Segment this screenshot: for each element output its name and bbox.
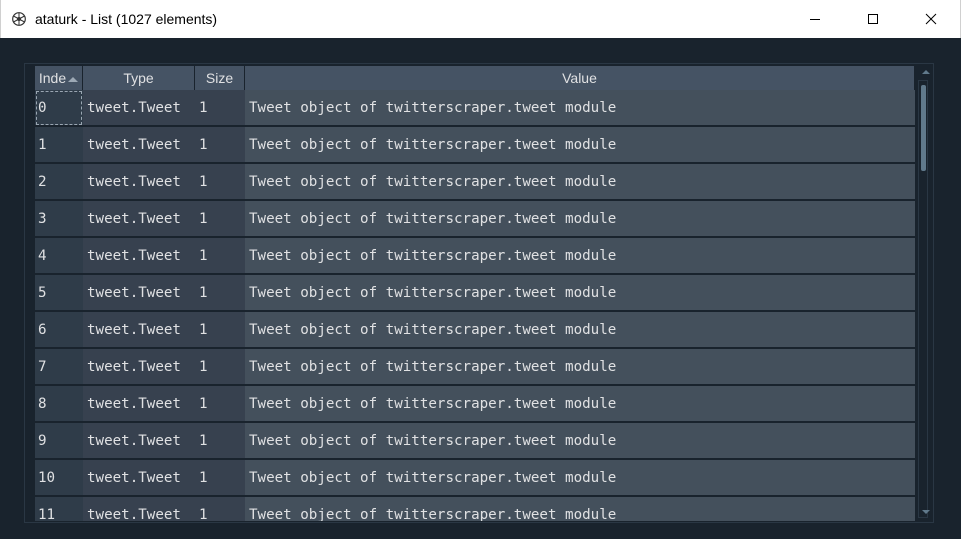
column-header-value[interactable]: Value bbox=[245, 66, 915, 90]
cell-type[interactable]: tweet.Tweet bbox=[83, 460, 195, 496]
cell-type[interactable]: tweet.Tweet bbox=[83, 497, 195, 521]
cell-type[interactable]: tweet.Tweet bbox=[83, 349, 195, 385]
cell-type[interactable]: tweet.Tweet bbox=[83, 423, 195, 459]
scroll-down-arrow-icon[interactable] bbox=[922, 510, 930, 514]
column-header-size[interactable]: Size bbox=[195, 66, 245, 90]
cell-index[interactable]: 6 bbox=[35, 312, 83, 348]
cell-value[interactable]: Tweet object of twitterscraper.tweet mod… bbox=[245, 275, 915, 311]
cell-index[interactable]: 0 bbox=[35, 90, 83, 126]
cell-size[interactable]: 1 bbox=[195, 349, 245, 385]
close-icon bbox=[925, 13, 937, 25]
cell-type[interactable]: tweet.Tweet bbox=[83, 90, 195, 126]
table-header: Inde Type Size Value bbox=[35, 66, 915, 90]
cell-value[interactable]: Tweet object of twitterscraper.tweet mod… bbox=[245, 349, 915, 385]
cell-index[interactable]: 7 bbox=[35, 349, 83, 385]
table-row[interactable]: 3 tweet.Tweet 1 Tweet object of twitterscra… bbox=[35, 201, 915, 237]
column-header-value-label: Value bbox=[562, 70, 597, 86]
table-row[interactable]: 2 tweet.Tweet 1 Tweet object of twitterscra… bbox=[35, 164, 915, 200]
cell-size[interactable]: 1 bbox=[195, 127, 245, 163]
title-bar: ataturk - List (1027 elements) bbox=[0, 0, 961, 38]
column-header-size-label: Size bbox=[205, 70, 234, 86]
cell-value[interactable]: Tweet object of twitterscraper.tweet mod… bbox=[245, 386, 915, 422]
cell-size[interactable]: 1 bbox=[195, 386, 245, 422]
cell-index[interactable]: 3 bbox=[35, 201, 83, 237]
cell-index[interactable]: 11 bbox=[35, 497, 83, 521]
cell-value[interactable]: Tweet object of twitterscraper.tweet mod… bbox=[245, 201, 915, 237]
spyder-icon bbox=[12, 12, 26, 26]
cell-value[interactable]: Tweet object of twitterscraper.tweet mod… bbox=[245, 238, 915, 274]
cell-index[interactable]: 8 bbox=[35, 386, 83, 422]
cell-value[interactable]: Tweet object of twitterscraper.tweet mod… bbox=[245, 423, 915, 459]
cell-value[interactable]: Tweet object of twitterscraper.tweet mod… bbox=[245, 460, 915, 496]
cell-index[interactable]: 1 bbox=[35, 127, 83, 163]
column-header-type[interactable]: Type bbox=[83, 66, 195, 90]
cell-type[interactable]: tweet.Tweet bbox=[83, 201, 195, 237]
cell-type[interactable]: tweet.Tweet bbox=[83, 275, 195, 311]
sort-ascending-icon bbox=[68, 76, 79, 82]
list-editor-panel: Inde Type Size Value 0 tweet.Tweet 1 Tweet … bbox=[24, 63, 934, 523]
table-row[interactable]: 0 tweet.Tweet 1 Tweet object of twitterscra… bbox=[35, 90, 915, 126]
cell-type[interactable]: tweet.Tweet bbox=[83, 164, 195, 200]
cell-index[interactable]: 2 bbox=[35, 164, 83, 200]
cell-value[interactable]: Tweet object of twitterscraper.tweet mod… bbox=[245, 127, 915, 163]
cell-type[interactable]: tweet.Tweet bbox=[83, 238, 195, 274]
cell-size[interactable]: 1 bbox=[195, 497, 245, 521]
table-row[interactable]: 4 tweet.Tweet 1 Tweet object of twitterscra… bbox=[35, 238, 915, 274]
column-header-index-label: Inde bbox=[38, 70, 67, 86]
cell-index[interactable]: 4 bbox=[35, 238, 83, 274]
cell-index[interactable]: 5 bbox=[35, 275, 83, 311]
scrollbar-thumb[interactable] bbox=[921, 85, 926, 171]
cell-size[interactable]: 1 bbox=[195, 164, 245, 200]
cell-index[interactable]: 10 bbox=[35, 460, 83, 496]
table-row[interactable]: 6 tweet.Tweet 1 Tweet object of twitterscra… bbox=[35, 312, 915, 348]
cell-size[interactable]: 1 bbox=[195, 275, 245, 311]
cell-value[interactable]: Tweet object of twitterscraper.tweet mod… bbox=[245, 90, 915, 126]
scroll-up-arrow-icon[interactable] bbox=[922, 70, 930, 74]
minimize-icon bbox=[810, 19, 820, 20]
table-row[interactable]: 11 tweet.Tweet 1 Tweet object of twitterscr… bbox=[35, 497, 915, 521]
column-header-index[interactable]: Inde bbox=[35, 66, 83, 90]
table-row[interactable]: 1 tweet.Tweet 1 Tweet object of twitterscra… bbox=[35, 127, 915, 163]
column-header-type-label: Type bbox=[123, 70, 154, 86]
table-row[interactable]: 9 tweet.Tweet 1 Tweet object of twitterscra… bbox=[35, 423, 915, 459]
table-row[interactable]: 7 tweet.Tweet 1 Tweet object of twitterscra… bbox=[35, 349, 915, 385]
cell-value[interactable]: Tweet object of twitterscraper.tweet mod… bbox=[245, 164, 915, 200]
cell-size[interactable]: 1 bbox=[195, 201, 245, 237]
vertical-scrollbar[interactable] bbox=[918, 80, 928, 518]
collection-table[interactable]: Inde Type Size Value 0 tweet.Tweet 1 Tweet … bbox=[35, 66, 915, 521]
cell-value[interactable]: Tweet object of twitterscraper.tweet mod… bbox=[245, 497, 915, 521]
table-row[interactable]: 5 tweet.Tweet 1 Tweet object of twitterscra… bbox=[35, 275, 915, 311]
table-row[interactable]: 8 tweet.Tweet 1 Tweet object of twitterscra… bbox=[35, 386, 915, 422]
cell-index[interactable]: 9 bbox=[35, 423, 83, 459]
cell-size[interactable]: 1 bbox=[195, 90, 245, 126]
cell-size[interactable]: 1 bbox=[195, 312, 245, 348]
cell-type[interactable]: tweet.Tweet bbox=[83, 312, 195, 348]
table-row[interactable]: 10 tweet.Tweet 1 Tweet object of twitterscr… bbox=[35, 460, 915, 496]
window-title: ataturk - List (1027 elements) bbox=[35, 11, 218, 27]
maximize-icon bbox=[868, 14, 878, 24]
close-button[interactable] bbox=[902, 0, 960, 38]
maximize-button[interactable] bbox=[844, 0, 902, 38]
cell-type[interactable]: tweet.Tweet bbox=[83, 127, 195, 163]
cell-value[interactable]: Tweet object of twitterscraper.tweet mod… bbox=[245, 312, 915, 348]
minimize-button[interactable] bbox=[786, 0, 844, 38]
cell-type[interactable]: tweet.Tweet bbox=[83, 386, 195, 422]
cell-size[interactable]: 1 bbox=[195, 423, 245, 459]
cell-size[interactable]: 1 bbox=[195, 460, 245, 496]
cell-size[interactable]: 1 bbox=[195, 238, 245, 274]
